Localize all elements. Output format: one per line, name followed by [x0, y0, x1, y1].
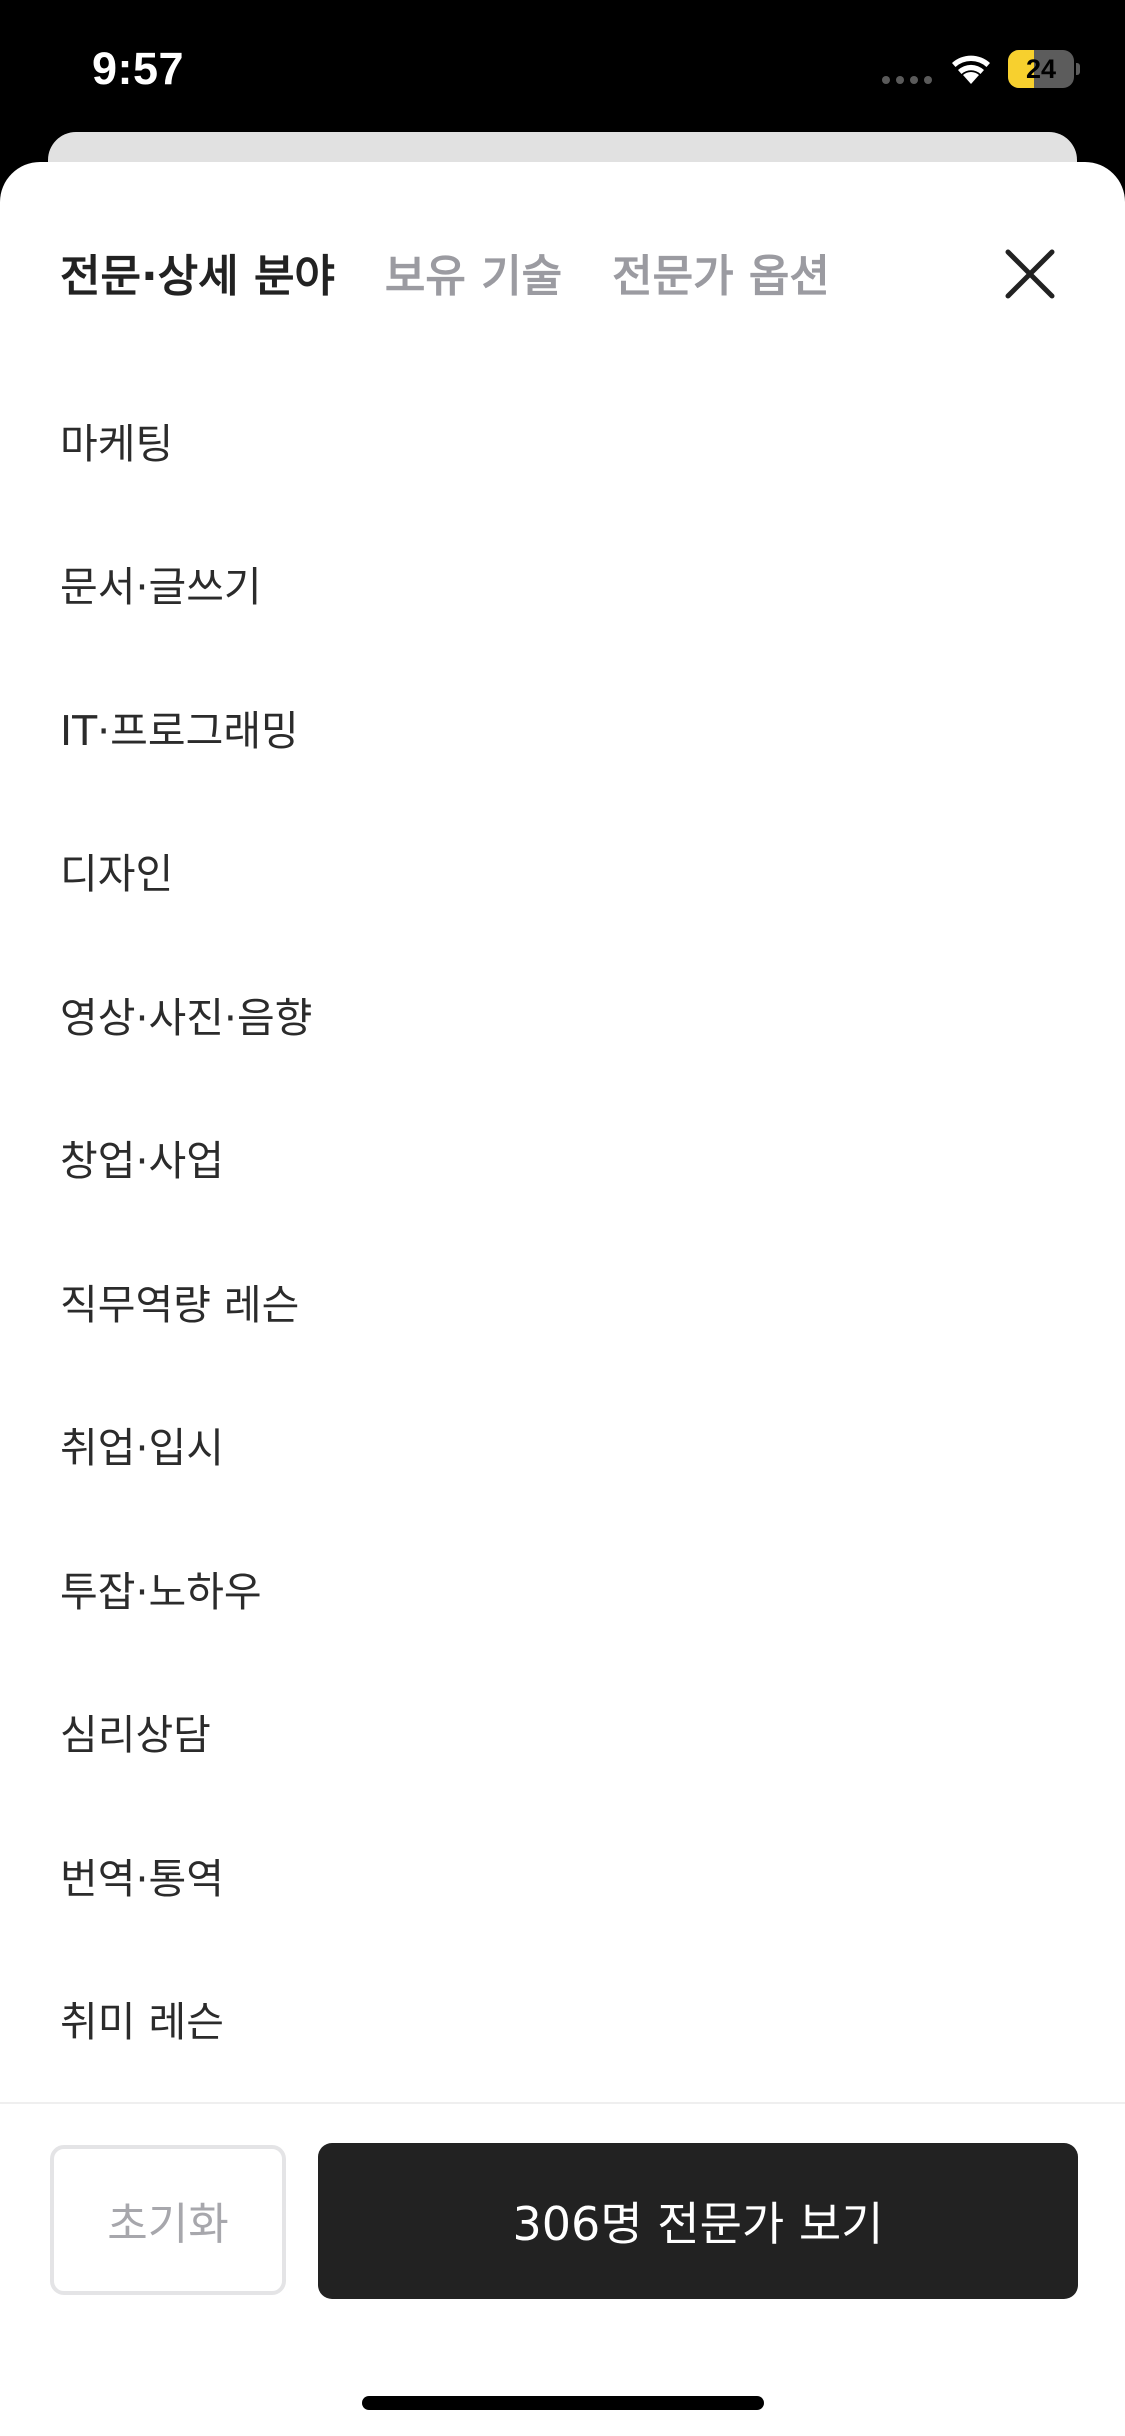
category-item-video-photo-audio[interactable]: 영상·사진·음향 — [0, 942, 1125, 1086]
tab-skills[interactable]: 보유 기술 — [385, 242, 562, 312]
tab-specialty[interactable]: 전문·상세 분야 — [60, 242, 335, 312]
category-label: 직무역량 레슨 — [60, 1280, 300, 1329]
category-label: 취업·입시 — [60, 1424, 224, 1473]
category-label: 창업·사업 — [60, 1137, 224, 1186]
status-bar: 9:57 24 — [0, 0, 1125, 150]
category-item-translation[interactable]: 번역·통역 — [0, 1803, 1125, 1947]
close-icon — [1005, 249, 1055, 299]
category-label: 영상·사진·음향 — [60, 993, 313, 1042]
category-item-writing[interactable]: 문서·글쓰기 — [0, 512, 1125, 656]
category-item-job-skills-lesson[interactable]: 직무역량 레슨 — [0, 1229, 1125, 1373]
category-label: 투잡·노하우 — [60, 1567, 262, 1616]
status-time: 9:57 — [92, 43, 185, 94]
category-label: 심리상담 — [60, 1711, 211, 1760]
category-item-side-job-knowhow[interactable]: 투잡·노하우 — [0, 1516, 1125, 1660]
home-indicator[interactable] — [362, 2396, 764, 2410]
category-label: 디자인 — [60, 850, 174, 899]
battery-level: 24 — [1025, 54, 1057, 84]
category-list: 마케팅 문서·글쓰기 IT·프로그래밍 디자인 영상·사진·음향 창업·사업 직… — [0, 368, 1125, 2090]
category-label: 마케팅 — [60, 419, 174, 468]
tab-expert-options[interactable]: 전문가 옵션 — [612, 242, 830, 312]
category-item-marketing[interactable]: 마케팅 — [0, 368, 1125, 512]
wifi-icon — [952, 55, 990, 84]
category-item-design[interactable]: 디자인 — [0, 799, 1125, 943]
filter-sheet: 전문·상세 분야 보유 기술 전문가 옵션 마케팅 문서·글쓰기 IT·프로그래… — [0, 162, 1125, 2436]
view-experts-button[interactable]: 306명 전문가 보기 — [318, 2143, 1078, 2299]
category-label: 문서·글쓰기 — [60, 563, 262, 612]
category-label: 번역·통역 — [60, 1854, 224, 1903]
footer-divider — [0, 2102, 1125, 2104]
category-item-employment-admissions[interactable]: 취업·입시 — [0, 1373, 1125, 1517]
signal-icon — [882, 76, 932, 84]
battery-charging-icon: 24 — [1008, 50, 1080, 88]
category-label: 취미 레슨 — [60, 1998, 224, 2047]
category-item-hobby-lesson[interactable]: 취미 레슨 — [0, 1947, 1125, 2091]
category-item-it-programming[interactable]: IT·프로그래밍 — [0, 655, 1125, 799]
close-button[interactable] — [990, 234, 1070, 314]
category-item-counseling[interactable]: 심리상담 — [0, 1660, 1125, 1804]
category-item-startup-business[interactable]: 창업·사업 — [0, 1086, 1125, 1230]
category-label: IT·프로그래밍 — [60, 706, 299, 755]
filter-tabs: 전문·상세 분야 보유 기술 전문가 옵션 — [60, 242, 830, 312]
reset-button[interactable]: 초기화 — [50, 2145, 286, 2295]
